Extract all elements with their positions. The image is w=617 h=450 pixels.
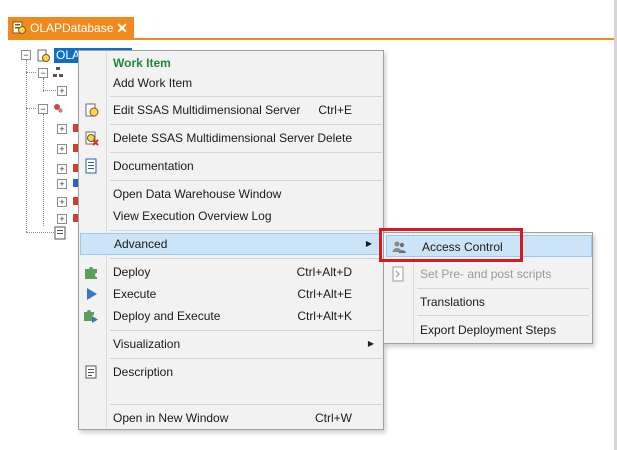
menu-item-documentation[interactable]: Documentation [79, 156, 383, 176]
menu-item-view-execution-log[interactable]: View Execution Overview Log [79, 206, 383, 226]
annotation-highlight-box [379, 228, 523, 262]
tab-olapdatabase[interactable]: OLAPDatabase ✕ [8, 17, 134, 38]
description-icon [85, 365, 97, 379]
context-menu: Work Item Add Work Item Edit SSAS Multid… [78, 50, 384, 430]
menu-item-visualization[interactable]: Visualization ▶ [79, 334, 383, 354]
tree-expand-toggle[interactable]: + [57, 179, 67, 189]
menu-item-add-work-item[interactable]: Add Work Item [79, 73, 383, 93]
server-node-icon [37, 49, 50, 62]
menu-item-description[interactable]: Description [79, 362, 383, 382]
menu-item-execute[interactable]: Execute Ctrl+Alt+E [79, 284, 383, 304]
menu-item-open-new-window[interactable]: Open in New Window Ctrl+W [79, 408, 383, 428]
menu-item-open-dw-window[interactable]: Open Data Warehouse Window [79, 184, 383, 204]
gears-icon [54, 104, 63, 113]
play-icon [87, 288, 97, 300]
submenu-arrow-icon: ▶ [365, 239, 372, 248]
tree-expand-toggle[interactable]: + [57, 214, 67, 224]
edit-server-icon [85, 103, 99, 117]
submenu-item-pre-post-scripts[interactable]: Set Pre- and post scripts [384, 263, 592, 285]
tree-collapse-toggle[interactable]: − [21, 50, 31, 60]
tree-expand-toggle[interactable]: + [57, 197, 67, 207]
tree-collapse-toggle[interactable]: − [38, 68, 48, 78]
tree-collapse-toggle[interactable]: − [38, 104, 48, 114]
document-icon [85, 158, 97, 174]
puzzle-icon [85, 267, 97, 279]
hierarchy-icon [53, 67, 63, 77]
submenu-arrow-icon: ▶ [367, 339, 374, 348]
menu-item-edit-server[interactable]: Edit SSAS Multidimensional Server Ctrl+E [79, 100, 383, 120]
deploy-execute-icon [84, 310, 98, 323]
menu-item-advanced[interactable]: Advanced ▶ [80, 233, 382, 255]
submenu-item-export-deployment-steps[interactable]: Export Deployment Steps [384, 319, 592, 341]
script-icon [392, 266, 404, 282]
menu-item-deploy-and-execute[interactable]: Deploy and Execute Ctrl+Alt+K [79, 306, 383, 326]
tree-expand-toggle[interactable]: + [57, 164, 67, 174]
tree-expand-toggle[interactable]: + [57, 124, 67, 134]
script-node-icon [54, 226, 66, 240]
delete-server-icon [85, 131, 99, 146]
submenu-item-translations[interactable]: Translations [384, 291, 592, 313]
tree-expand-toggle[interactable]: + [57, 144, 67, 154]
menu-item-work-item[interactable]: Work Item [79, 53, 383, 73]
close-icon[interactable]: ✕ [116, 21, 128, 35]
database-icon [12, 21, 26, 34]
tree-expand-toggle[interactable]: + [57, 86, 67, 96]
tab-title: OLAPDatabase [30, 20, 114, 35]
menu-item-deploy[interactable]: Deploy Ctrl+Alt+D [79, 262, 383, 282]
menu-item-delete-server[interactable]: Delete SSAS Multidimensional Server Dele… [79, 128, 383, 148]
